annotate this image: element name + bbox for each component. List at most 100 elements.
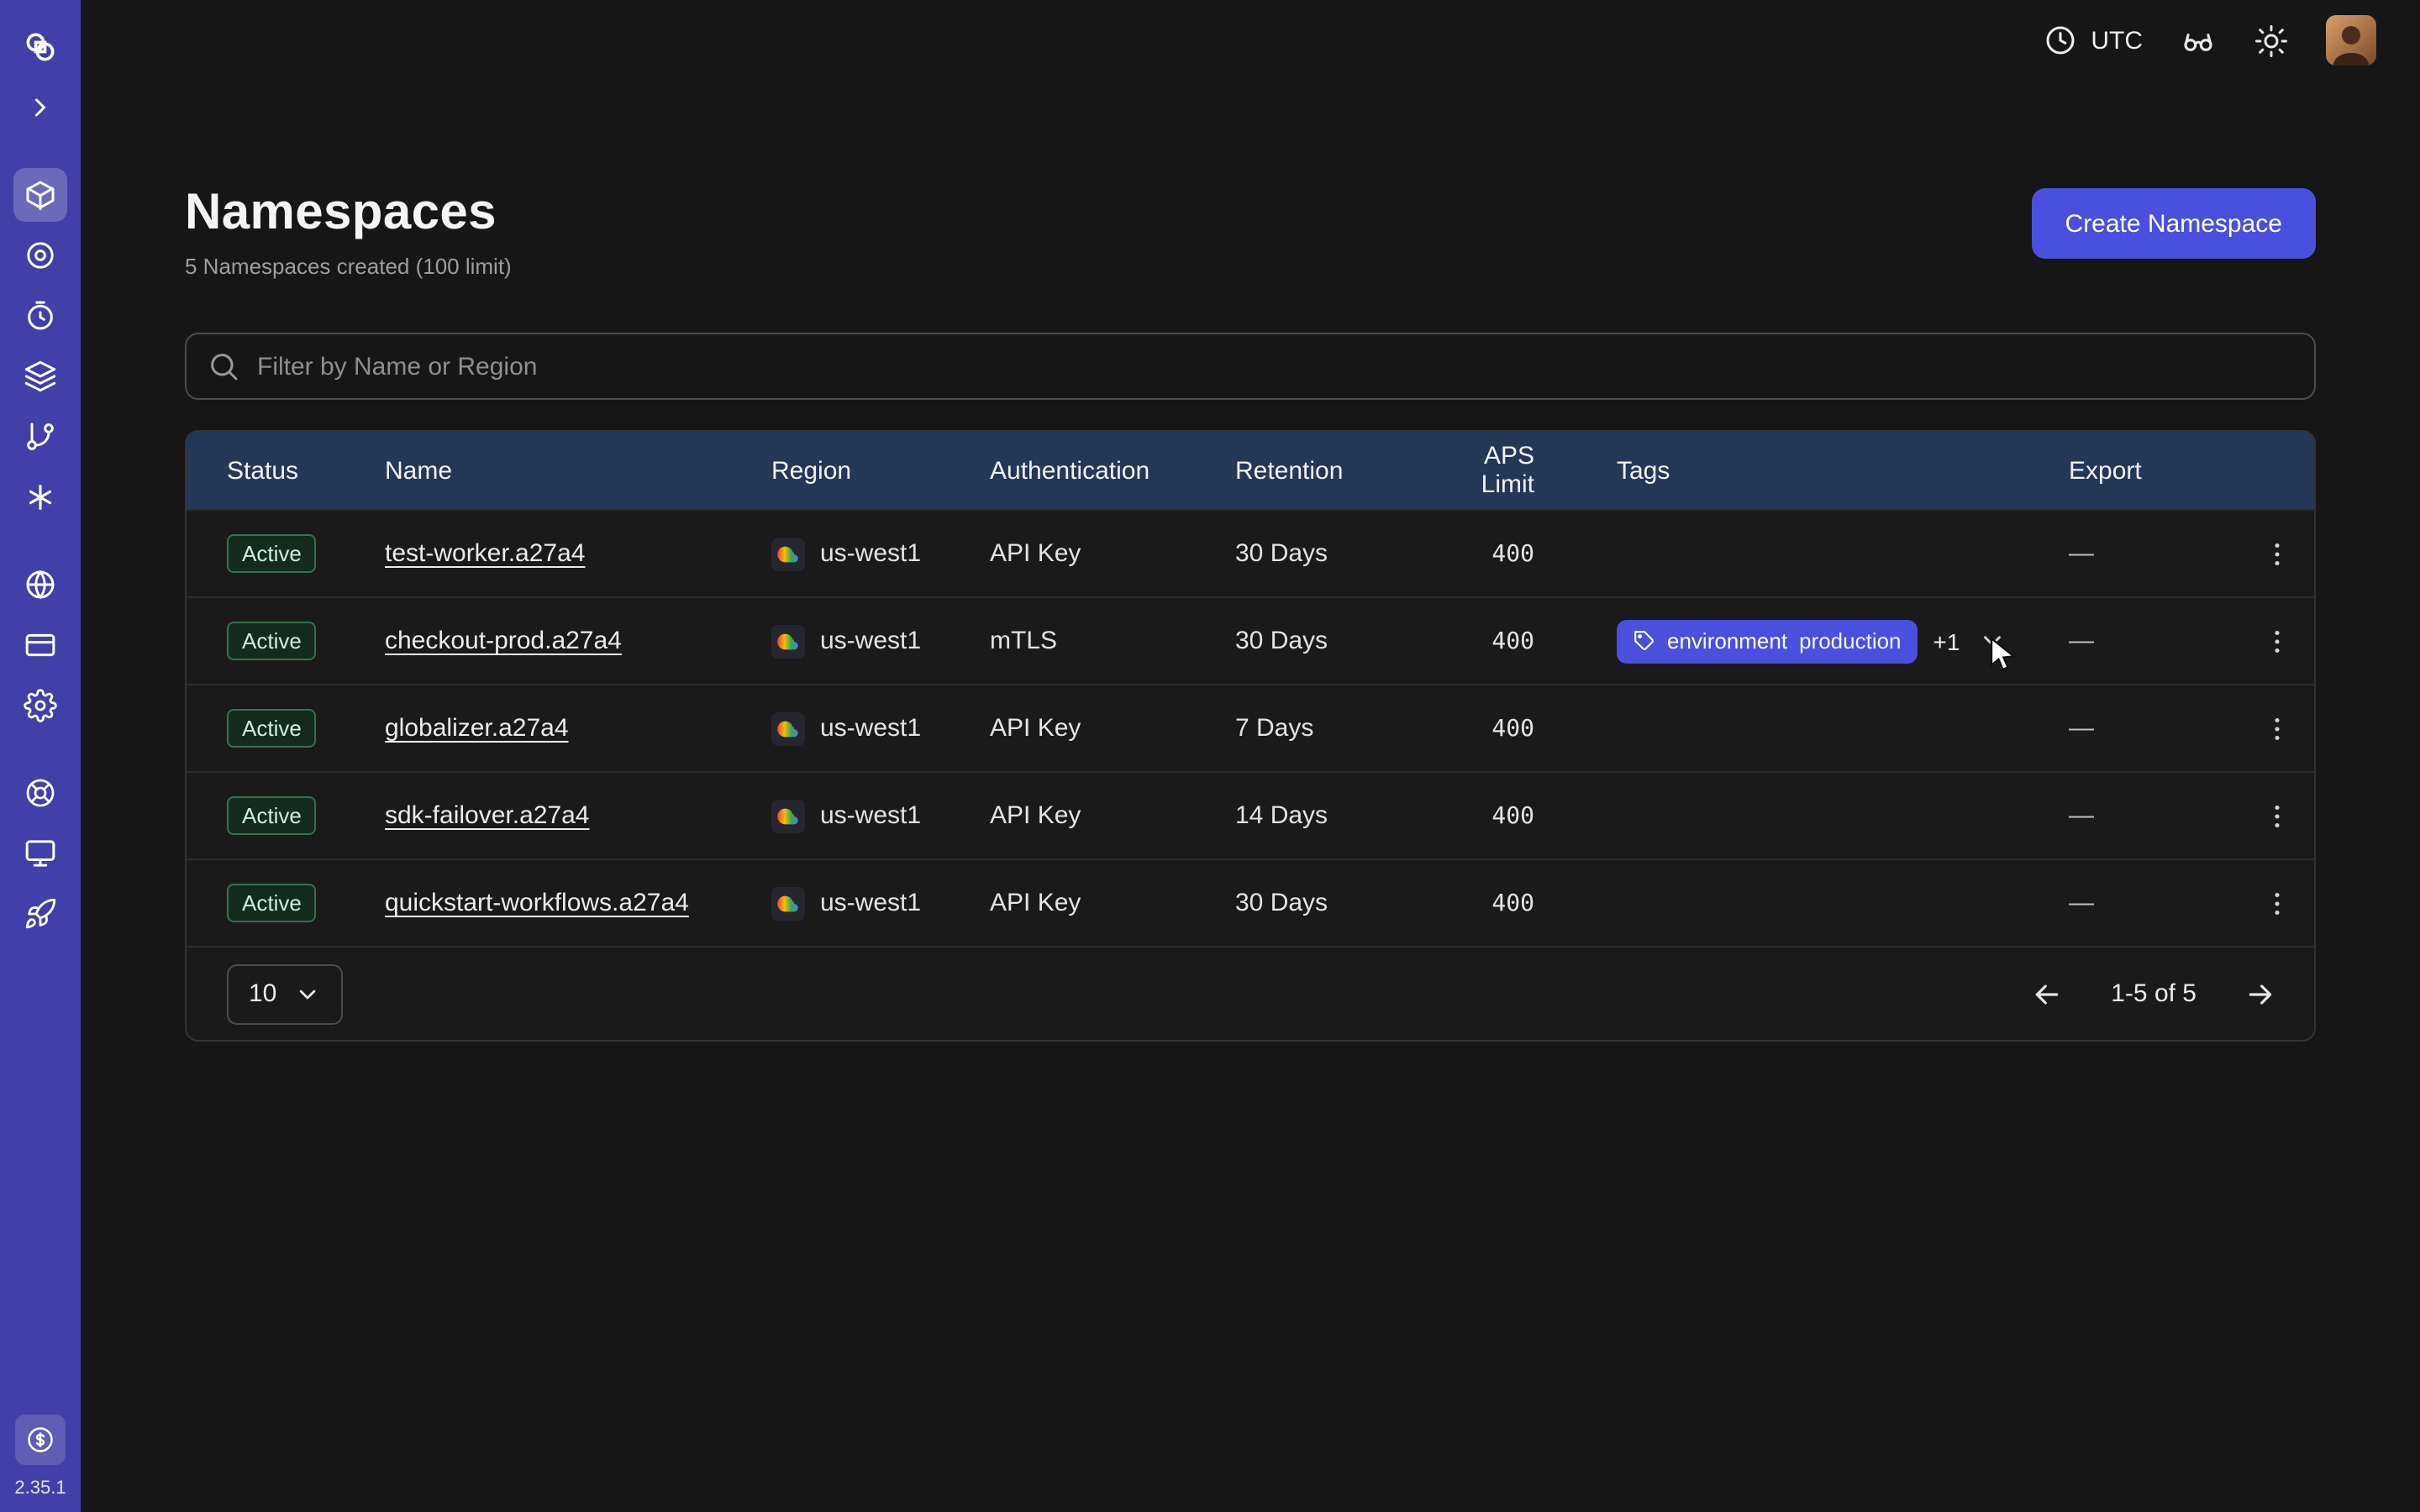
- dollar-icon: [25, 1425, 55, 1455]
- tags-expand-chevron[interactable]: [1975, 623, 2010, 659]
- page-size-value: 10: [249, 979, 276, 1008]
- arrow-left-icon: [2030, 977, 2064, 1011]
- sidebar-item-settings[interactable]: [13, 679, 67, 732]
- row-menu-button[interactable]: [2254, 619, 2298, 663]
- clock-icon: [2044, 24, 2077, 57]
- labs-glasses-button[interactable]: [2180, 22, 2217, 59]
- chevron-down-icon: [293, 980, 320, 1007]
- page-subtitle: 5 Namespaces created (100 limit): [185, 254, 512, 279]
- namespace-link[interactable]: globalizer.a27a4: [385, 714, 569, 743]
- namespace-link[interactable]: quickstart-workflows.a27a4: [385, 889, 689, 917]
- sidebar-item-nexus[interactable]: [13, 470, 67, 524]
- row-menu-button[interactable]: [2254, 794, 2298, 837]
- retention-label: 30 Days: [1235, 539, 1430, 568]
- region-label: us-west1: [820, 714, 921, 743]
- layers-icon: [24, 360, 57, 393]
- create-namespace-button[interactable]: Create Namespace: [2032, 188, 2316, 259]
- main-area: UTC Namespaces 5 Namespaces created (100…: [81, 0, 2420, 1512]
- export-value: —: [2069, 889, 2238, 917]
- usage-button[interactable]: [15, 1415, 66, 1465]
- page-size-select[interactable]: 10: [227, 963, 342, 1024]
- table-row: Active test-worker.a27a4 us-west1 API Ke…: [187, 509, 2314, 596]
- table-footer: 10 1-5 of 5: [187, 946, 2314, 1040]
- kebab-icon: [2261, 626, 2291, 656]
- export-value: —: [2069, 801, 2238, 830]
- aps-limit-value: 400: [1430, 540, 1617, 567]
- monitor-icon: [24, 837, 57, 870]
- auth-label: API Key: [990, 801, 1235, 830]
- filter-input[interactable]: [185, 333, 2316, 400]
- namespace-link[interactable]: checkout-prod.a27a4: [385, 627, 622, 655]
- aps-limit-value: 400: [1430, 802, 1617, 829]
- prev-page-button[interactable]: [2027, 974, 2067, 1014]
- globe-icon: [24, 568, 57, 601]
- branch-icon: [24, 420, 57, 454]
- export-value: —: [2069, 714, 2238, 743]
- retention-label: 30 Days: [1235, 889, 1430, 917]
- kebab-icon: [2261, 538, 2291, 569]
- app-version: 2.35.1: [14, 1478, 66, 1499]
- target-icon: [24, 239, 57, 272]
- tag-key: environment: [1667, 628, 1787, 654]
- region-label: us-west1: [820, 889, 921, 917]
- sidebar-item-workflows[interactable]: [13, 228, 67, 282]
- app-root: 2.35.1 UTC Namespaces 5 Namespace: [0, 0, 2420, 1512]
- aps-limit-value: 400: [1430, 890, 1617, 916]
- sidebar-item-docs[interactable]: [13, 827, 67, 880]
- col-export: Export: [2069, 456, 2238, 485]
- sidebar-item-deployments[interactable]: [13, 410, 67, 464]
- sidebar-item-schedules[interactable]: [13, 289, 67, 343]
- gcp-cloud-icon: [771, 711, 805, 745]
- status-badge: Active: [227, 621, 317, 660]
- table-row: Active sdk-failover.a27a4 us-west1 API K…: [187, 771, 2314, 858]
- glasses-icon: [2180, 22, 2217, 59]
- temporal-logo-icon[interactable]: [13, 20, 67, 74]
- region-label: us-west1: [820, 539, 921, 568]
- page-content: Namespaces 5 Namespaces created (100 lim…: [81, 81, 2420, 1042]
- tags-more-count: +1: [1933, 627, 1960, 654]
- gcp-cloud-icon: [771, 799, 805, 832]
- sidebar-item-billing[interactable]: [13, 618, 67, 672]
- gear-icon: [24, 689, 57, 722]
- kebab-icon: [2261, 713, 2291, 743]
- namespace-link[interactable]: sdk-failover.a27a4: [385, 801, 590, 830]
- retention-label: 14 Days: [1235, 801, 1430, 830]
- namespaces-table: Status Name Region Authentication Retent…: [185, 430, 2316, 1042]
- region-label: us-west1: [820, 627, 921, 655]
- gcp-cloud-icon: [771, 886, 805, 920]
- sidebar-collapse-button[interactable]: [13, 81, 67, 134]
- col-status: Status: [227, 456, 385, 485]
- user-avatar[interactable]: [2326, 15, 2376, 66]
- status-badge: Active: [227, 708, 317, 748]
- status-badge: Active: [227, 795, 317, 835]
- sidebar-item-namespaces[interactable]: [13, 168, 67, 222]
- col-name: Name: [385, 456, 771, 485]
- gcp-cloud-icon: [771, 537, 805, 570]
- timezone-label: UTC: [2091, 26, 2143, 55]
- tags-group: environment production +1: [1617, 619, 2069, 663]
- row-menu-button[interactable]: [2254, 706, 2298, 750]
- namespace-link[interactable]: test-worker.a27a4: [385, 539, 585, 568]
- page-title: Namespaces: [185, 185, 512, 242]
- sidebar-item-batch[interactable]: [13, 349, 67, 403]
- row-menu-button[interactable]: [2254, 881, 2298, 925]
- sidebar-item-regions[interactable]: [13, 558, 67, 612]
- timezone-selector[interactable]: UTC: [2044, 24, 2143, 57]
- arrow-right-icon: [2244, 977, 2277, 1011]
- col-region: Region: [771, 456, 990, 485]
- theme-toggle-button[interactable]: [2254, 23, 2289, 58]
- next-page-button[interactable]: [2240, 974, 2281, 1014]
- export-value: —: [2069, 627, 2238, 655]
- aps-limit-value: 400: [1430, 627, 1617, 654]
- sidebar-item-getting-started[interactable]: [13, 887, 67, 941]
- row-menu-button[interactable]: [2254, 532, 2298, 575]
- topbar: UTC: [81, 0, 2420, 81]
- rocket-icon: [24, 897, 57, 931]
- tag-pill[interactable]: environment production: [1617, 619, 1918, 663]
- tag-icon: [1634, 630, 1655, 652]
- retention-label: 7 Days: [1235, 714, 1430, 743]
- auth-label: mTLS: [990, 627, 1235, 655]
- aps-limit-value: 400: [1430, 715, 1617, 742]
- timer-icon: [24, 299, 57, 333]
- sidebar-item-support[interactable]: [13, 766, 67, 820]
